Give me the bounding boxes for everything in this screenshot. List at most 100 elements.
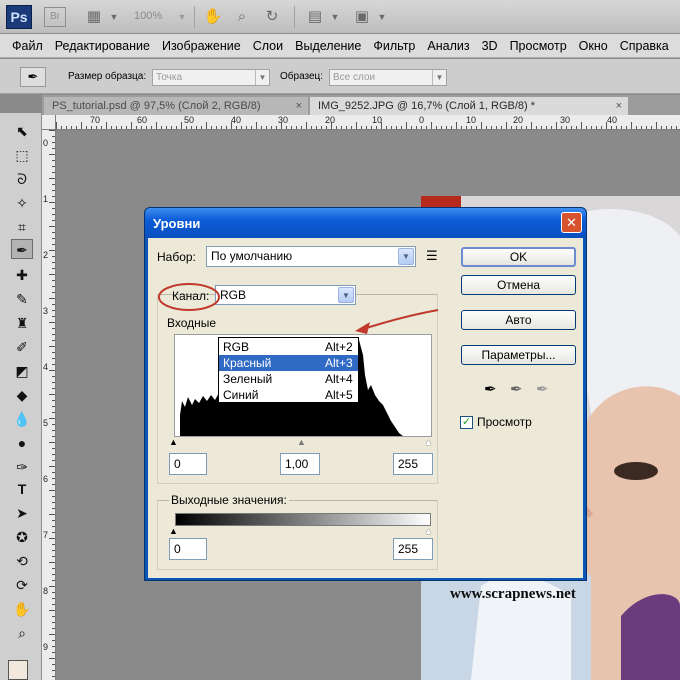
- arrange-documents-icon[interactable]: ▤: [305, 8, 325, 26]
- healing-brush-tool-icon[interactable]: ✚: [11, 265, 33, 285]
- eyedropper-tool-icon[interactable]: ✒: [11, 239, 33, 259]
- paint-bucket-tool-icon[interactable]: ◆: [11, 385, 33, 405]
- menu-analysis[interactable]: Анализ: [421, 34, 475, 57]
- shape-tool-icon[interactable]: ✪: [11, 527, 33, 547]
- foreground-color-swatch[interactable]: [8, 660, 28, 680]
- channel-select[interactable]: RGB ▼: [215, 285, 356, 305]
- options-button[interactable]: Параметры...: [461, 345, 576, 365]
- channel-option-red[interactable]: Красный Alt+3: [219, 355, 358, 371]
- sample-select[interactable]: Все слои ▼: [329, 69, 447, 86]
- preset-select[interactable]: По умолчанию ▼: [206, 246, 416, 267]
- ruler-tick: [91, 126, 92, 129]
- menu-edit[interactable]: Редактирование: [49, 34, 156, 57]
- blur-tool-icon[interactable]: 💧: [11, 409, 33, 429]
- cancel-button[interactable]: Отмена: [461, 275, 576, 295]
- pen-tool-icon[interactable]: ✑: [11, 457, 33, 477]
- ruler-tick: [52, 544, 55, 545]
- auto-button[interactable]: Авто: [461, 310, 576, 330]
- menu-filter[interactable]: Фильтр: [367, 34, 421, 57]
- ruler-tick: [131, 122, 132, 129]
- chevron-down-icon[interactable]: ▼: [104, 8, 124, 26]
- tab-ps-tutorial[interactable]: PS_tutorial.psd @ 97,5% (Слой 2, RGB/8) …: [44, 97, 308, 115]
- channel-option-blue[interactable]: Синий Alt+5: [219, 387, 358, 403]
- menu-select[interactable]: Выделение: [289, 34, 367, 57]
- output-black-slider[interactable]: ▲: [169, 526, 178, 536]
- dialog-title-bar[interactable]: Уровни ✕: [145, 208, 586, 238]
- gray-eyedropper-icon[interactable]: ✒: [510, 380, 523, 398]
- path-selection-tool-icon[interactable]: ➤: [11, 503, 33, 523]
- output-white-field[interactable]: 255: [393, 538, 433, 560]
- screen-mode-icon[interactable]: ▣: [352, 8, 372, 26]
- menu-window[interactable]: Окно: [573, 34, 614, 57]
- preview-label: Просмотр: [477, 415, 532, 429]
- magic-wand-tool-icon[interactable]: ✧: [11, 193, 33, 213]
- preset-label: Набор:: [157, 250, 196, 264]
- channel-option-rgb[interactable]: RGB Alt+2: [219, 339, 358, 355]
- eyedropper-preset-icon[interactable]: ✒: [20, 67, 46, 87]
- 3d-rotate-tool-icon[interactable]: ⟲: [11, 551, 33, 571]
- menu-image[interactable]: Изображение: [156, 34, 247, 57]
- ruler-tick: [52, 670, 55, 671]
- menu-help[interactable]: Справка: [614, 34, 675, 57]
- chevron-down-icon[interactable]: ▼: [325, 8, 345, 26]
- white-point-slider[interactable]: ▲: [424, 437, 433, 447]
- chevron-down-icon[interactable]: ▼: [372, 8, 392, 26]
- move-tool-icon[interactable]: ⬉: [11, 121, 33, 141]
- marquee-tool-icon[interactable]: ⬚: [11, 145, 33, 165]
- zoom-tool-icon[interactable]: ⌕: [11, 623, 33, 643]
- close-button[interactable]: ✕: [561, 212, 582, 233]
- zoom-level[interactable]: 100%: [134, 10, 162, 22]
- zoom-icon[interactable]: ⌕: [232, 8, 252, 26]
- ruler-label: 9: [43, 642, 49, 652]
- output-black-field[interactable]: 0: [169, 538, 207, 560]
- preview-checkbox[interactable]: ✓: [460, 416, 473, 429]
- sample-size-select[interactable]: Точка ▼: [152, 69, 270, 86]
- eraser-tool-icon[interactable]: ◩: [11, 361, 33, 381]
- output-white-slider[interactable]: ▲: [424, 526, 433, 536]
- input-gamma-field[interactable]: 1,00: [280, 453, 320, 475]
- ruler-label: 60: [137, 115, 148, 125]
- channel-option-green[interactable]: Зеленый Alt+4: [219, 371, 358, 387]
- ruler-tick: [316, 126, 317, 129]
- menu-3d[interactable]: 3D: [476, 34, 504, 57]
- ruler-tick: [52, 364, 55, 365]
- preset-options-icon[interactable]: ☰: [426, 248, 438, 264]
- black-point-slider[interactable]: ▲: [169, 437, 178, 447]
- 3d-orbit-tool-icon[interactable]: ⟳: [11, 575, 33, 595]
- bridge-button[interactable]: Br: [44, 7, 66, 27]
- white-eyedropper-icon[interactable]: ✒: [536, 380, 549, 398]
- close-icon[interactable]: ×: [616, 97, 622, 115]
- clone-stamp-tool-icon[interactable]: ♜: [11, 313, 33, 333]
- chevron-down-icon[interactable]: ▼: [172, 8, 192, 26]
- ruler-tick: [561, 126, 562, 129]
- rotate-view-icon[interactable]: ↻: [262, 8, 282, 26]
- lasso-tool-icon[interactable]: ᘐ: [11, 169, 33, 189]
- history-brush-tool-icon[interactable]: ✐: [11, 337, 33, 357]
- film-strip-icon[interactable]: ▦: [84, 8, 104, 26]
- ruler-tick: [326, 126, 327, 129]
- dodge-tool-icon[interactable]: ●: [11, 433, 33, 453]
- ruler-tick: [52, 622, 55, 623]
- ruler-tick: [52, 640, 55, 641]
- ruler-tick: [49, 178, 55, 179]
- ruler-tick: [52, 628, 55, 629]
- close-icon[interactable]: ×: [296, 97, 302, 115]
- black-eyedropper-icon[interactable]: ✒: [484, 380, 497, 398]
- ok-button[interactable]: OK: [461, 247, 576, 267]
- ruler-tick: [81, 122, 82, 129]
- gamma-slider[interactable]: ▲: [297, 437, 306, 447]
- ruler-label: 20: [513, 115, 524, 125]
- brush-tool-icon[interactable]: ✎: [11, 289, 33, 309]
- tab-img-9252[interactable]: IMG_9252.JPG @ 16,7% (Слой 1, RGB/8) * ×: [310, 97, 628, 115]
- ruler-tick: [49, 658, 55, 659]
- crop-tool-icon[interactable]: ⌗: [11, 217, 33, 237]
- hand-tool-icon[interactable]: ✋: [11, 599, 33, 619]
- menu-view[interactable]: Просмотр: [504, 34, 573, 57]
- type-tool-icon[interactable]: T: [11, 479, 33, 499]
- hand-icon[interactable]: ✋: [203, 8, 223, 26]
- input-black-field[interactable]: 0: [169, 453, 207, 475]
- menu-file[interactable]: Файл: [0, 34, 49, 57]
- input-white-field[interactable]: 255: [393, 453, 433, 475]
- ruler-tick: [52, 160, 55, 161]
- menu-layers[interactable]: Слои: [247, 34, 289, 57]
